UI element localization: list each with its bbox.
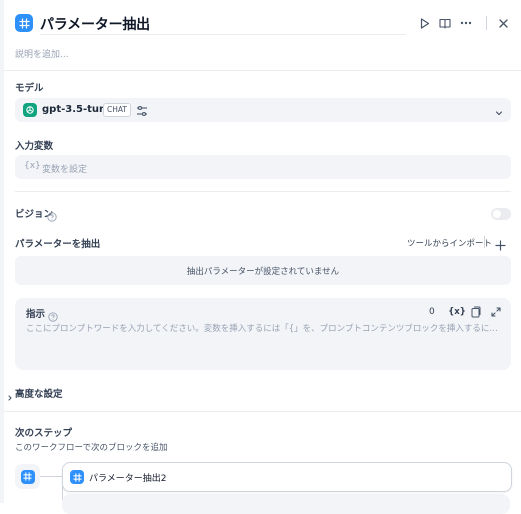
add-next-block-row[interactable] [62,494,510,514]
params-empty-text: 抽出パラメーターが設定されていません [186,266,340,277]
description-placeholder[interactable]: 説明を追加... [15,47,69,60]
add-icon[interactable] [495,236,506,251]
model-label: モデル [15,83,44,94]
model-mode-badge: CHAT [103,103,132,117]
help-icon[interactable] [47,207,57,222]
advanced-divider [4,411,521,412]
vision-toggle[interactable] [491,208,511,220]
params-empty-state: 抽出パラメーターが設定されていません [15,256,511,285]
play-icon[interactable] [416,14,434,32]
chevron-down-icon [493,104,505,116]
current-node-icon [15,464,40,489]
header-divider [4,70,521,71]
insert-variable-icon[interactable]: {x} [448,306,466,318]
instruction-label: 指示 [26,309,46,320]
instruction-placeholder: ここにプロンプトワードを入力してください。変数を挿入するには「{」を、プロンプト… [26,324,502,334]
copy-icon[interactable] [470,306,482,318]
panel-edge [0,0,4,503]
input-vars-field[interactable]: {x} 変数を設定 [15,155,511,179]
instruction-char-count: 0 [429,307,435,317]
input-vars-placeholder: 変数を設定 [42,165,88,175]
node-panel: パラメーター抽出 説明を追加... モデル gpt-3.5-turbo CHAT… [0,0,521,514]
instruction-editor[interactable]: 指示 0 {x} ここにプロンプトワードを入力してください。変数を挿入するには「… [15,298,511,370]
input-vars-label: 入力変数 [15,141,54,152]
section-divider [15,191,511,192]
variable-icon: {x} [24,161,41,171]
connector-line [40,476,62,477]
import-separator [484,236,485,248]
grid-icon [20,469,35,484]
book-icon[interactable] [436,14,454,32]
next-step-description: このワークフローで次のブロックを追加 [15,443,168,453]
params-label: パラメーターを抽出 [15,239,101,250]
node-title[interactable]: パラメーター抽出 [40,14,150,34]
expand-icon[interactable] [490,306,502,318]
advanced-settings-toggle[interactable]: 高度な設定 [15,386,63,400]
model-selector[interactable]: gpt-3.5-turbo CHAT [15,98,511,122]
settings-sliders-icon[interactable] [135,103,149,117]
grid-icon [15,14,33,32]
close-icon[interactable] [494,14,512,32]
next-node-card[interactable]: パラメーター抽出2 [62,462,512,492]
chevron-right-icon[interactable] [6,387,14,401]
next-step-title: 次のステップ [15,428,73,439]
openai-icon [23,103,37,117]
toggle-knob [493,210,501,218]
help-icon[interactable] [48,307,58,322]
next-node-label: パラメーター抽出2 [89,474,167,484]
title-underline [40,34,406,35]
more-icon[interactable] [457,14,475,32]
import-from-tool-button[interactable]: ツールからインポート [407,237,492,249]
grid-icon [70,470,84,484]
header-separator [486,16,487,30]
